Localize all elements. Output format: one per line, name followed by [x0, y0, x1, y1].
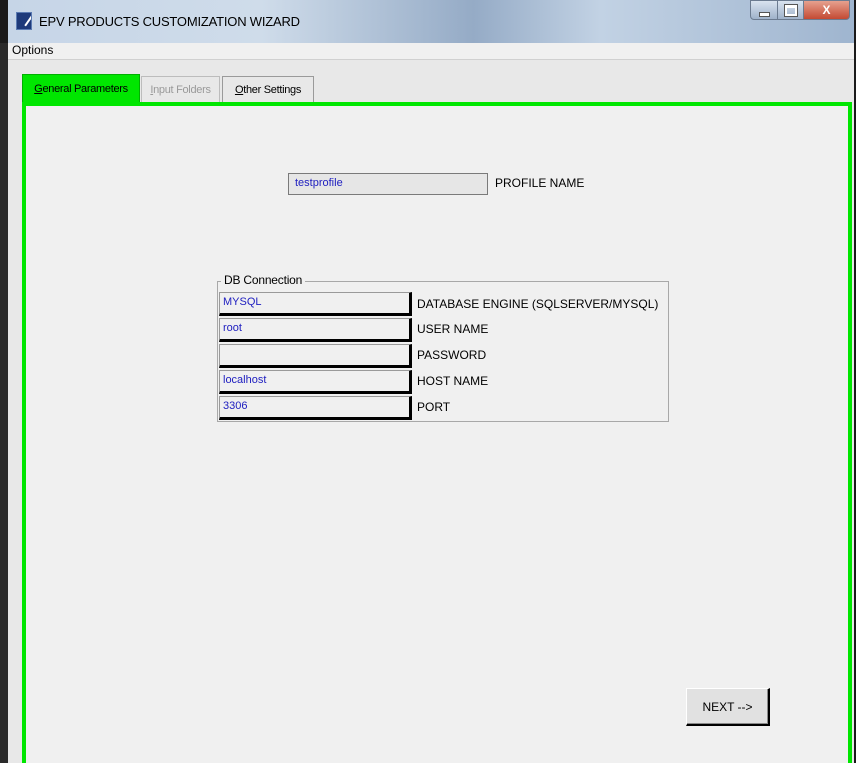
- app-wrench-icon: [16, 12, 32, 30]
- port-input[interactable]: 3306: [219, 396, 412, 420]
- tab-general-parameters[interactable]: General Parameters: [22, 74, 140, 104]
- password-input[interactable]: [219, 344, 412, 368]
- tab-input-folders[interactable]: Input Folders: [141, 76, 220, 104]
- database-engine-label: DATABASE ENGINE (SQLSERVER/MYSQL): [417, 297, 659, 311]
- host-name-input[interactable]: localhost: [219, 370, 412, 394]
- close-icon: X: [822, 3, 831, 17]
- tab-other-settings[interactable]: Other Settings: [222, 76, 314, 104]
- password-label: PASSWORD: [417, 348, 487, 362]
- db-connection-legend: DB Connection: [221, 273, 306, 287]
- menu-options[interactable]: Options: [12, 43, 53, 57]
- tab-other-mnemonic: O: [234, 84, 244, 96]
- title-bar[interactable]: EPV PRODUCTS CUSTOMIZATION WIZARD X: [8, 0, 854, 43]
- profile-name-label: PROFILE NAME: [495, 176, 585, 190]
- general-parameters-panel: [22, 102, 852, 763]
- close-button[interactable]: X: [803, 0, 850, 20]
- window-title: EPV PRODUCTS CUSTOMIZATION WIZARD: [39, 14, 300, 29]
- next-button[interactable]: NEXT -->: [686, 688, 770, 726]
- tab-general-mnemonic: G: [34, 83, 43, 95]
- background-edge: [0, 43, 8, 763]
- profile-name-input[interactable]: testprofile: [288, 173, 488, 195]
- menu-bar: Options: [8, 43, 854, 60]
- wizard-window: EPV PRODUCTS CUSTOMIZATION WIZARD X Opti…: [8, 0, 854, 763]
- port-label: PORT: [417, 400, 451, 414]
- tab-other-label: ther Settings: [243, 84, 302, 96]
- user-name-input[interactable]: root: [219, 318, 412, 342]
- tab-general-label: eneral Parameters: [42, 83, 128, 95]
- host-name-label: HOST NAME: [417, 374, 489, 388]
- user-name-label: USER NAME: [417, 322, 489, 336]
- maximize-icon: [783, 3, 798, 17]
- minimize-icon: [758, 11, 770, 17]
- maximize-button[interactable]: [777, 0, 804, 20]
- database-engine-input[interactable]: MYSQL: [219, 292, 412, 316]
- tab-input-label: nput Folders: [153, 84, 211, 96]
- minimize-button[interactable]: [750, 0, 778, 20]
